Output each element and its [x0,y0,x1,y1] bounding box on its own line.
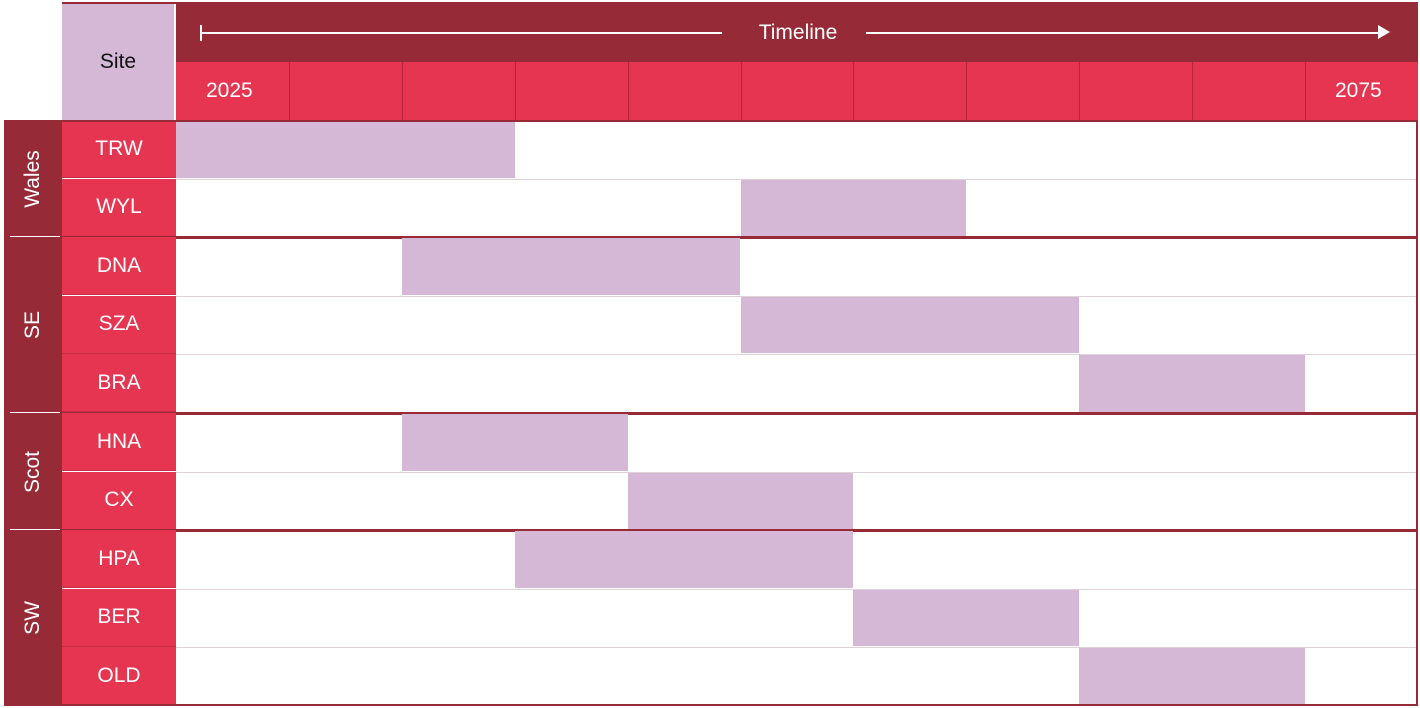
site-label: OLD [62,647,176,706]
group-divider [62,412,1418,415]
year-tick-label: 2075 [1335,79,1382,102]
site-label: DNA [62,237,176,296]
gantt-bar-wyl [740,179,967,237]
year-axis-cell [853,62,966,120]
year-axis-cell [401,62,515,120]
region-label-cell: Scot [4,413,62,531]
year-axis-cell [514,62,628,120]
site-label: WYL [62,178,176,237]
gantt-bar-sza [740,296,1080,354]
region-label-cell: Wales [4,120,62,238]
timeline-line-right [866,32,1378,34]
site-label: SZA [62,295,176,354]
year-axis-cell [1079,62,1192,120]
gantt-bar-hna [401,414,628,471]
region-label: Scot [21,450,44,493]
site-label: HNA [62,413,176,471]
year-tick-label: 2025 [206,79,253,102]
year-axis-cell [627,62,741,120]
year-axis-cell [966,62,1079,120]
gantt-bar-hpa [514,531,854,588]
gantt-bar-cx [627,472,854,530]
site-label: TRW [62,120,176,178]
site-label: BRA [62,354,176,413]
row-divider [176,588,1418,590]
region-label: SE [20,311,44,340]
year-axis-cell [1192,62,1305,120]
gantt-bar-old [1079,648,1305,705]
region-label-cell: SW [4,530,62,706]
site-label: CX [62,471,176,530]
gantt-bar-trw [176,121,515,178]
gantt-bar-ber [853,589,1080,647]
year-axis-cell [288,62,402,120]
region-label: Wales [20,149,44,208]
timeline-title: Timeline [758,21,838,44]
gantt-bar-bra [1079,355,1305,412]
timeline-line-left [202,32,722,34]
year-axis-cell [740,62,854,120]
region-label-cell: SE [4,237,62,413]
gantt-chart: Site Timeline 2025 2075 Wales TRW WYL SE DNA S… [0,0,1420,708]
timeline-arrow-icon [1378,25,1390,39]
region-label: SW [20,601,44,635]
site-column-header: Site [62,4,176,120]
site-label: HPA [62,530,176,589]
site-label: BER [62,588,176,647]
gantt-bar-dna [401,238,741,295]
